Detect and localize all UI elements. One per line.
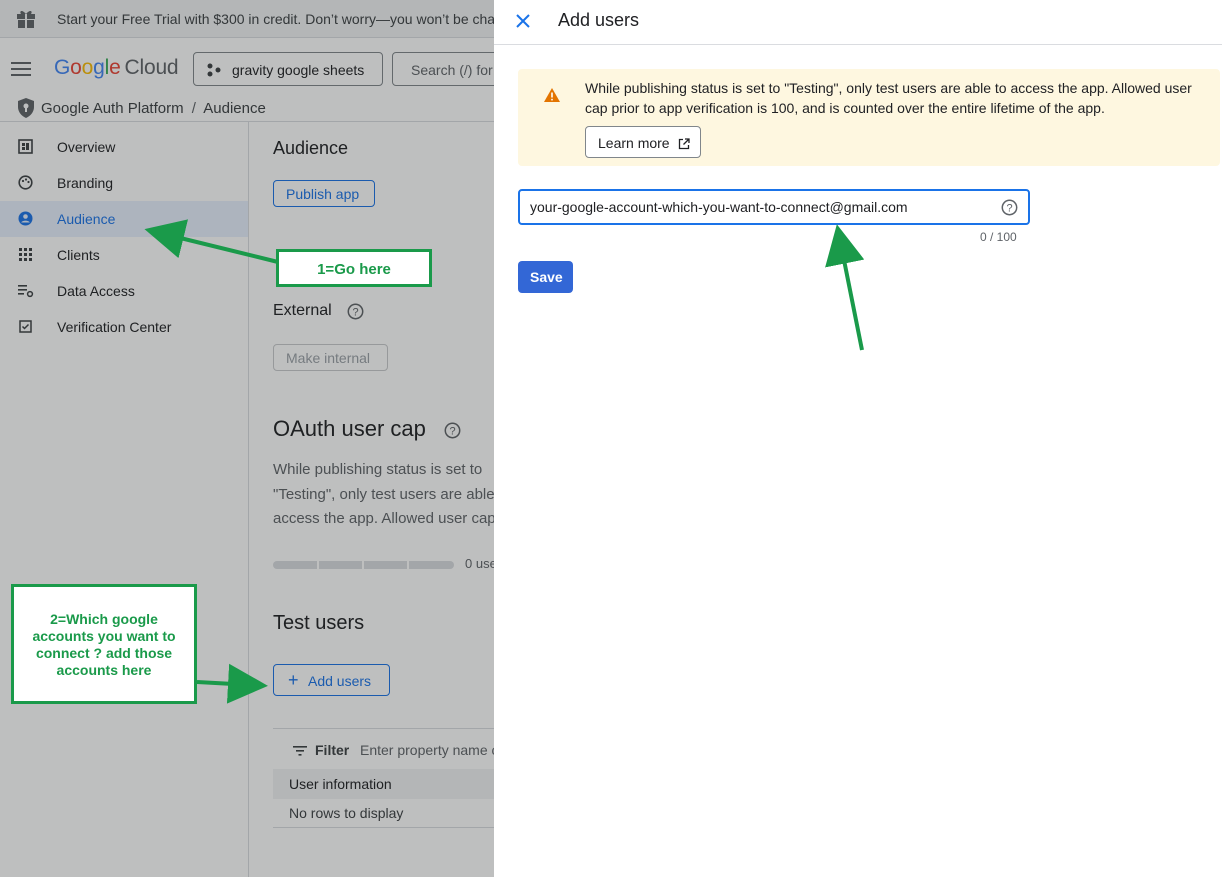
- annotation-arrows: [144, 219, 865, 704]
- annotation-step-1: 1=Go here: [276, 249, 432, 287]
- arrow-to-email-field: [825, 224, 865, 351]
- arrow-to-audience: [144, 219, 279, 264]
- arrow-to-add-users: [196, 663, 268, 704]
- annotation-step-2: 2=Which google accounts you want to conn…: [11, 584, 197, 704]
- annotation-step-2-text: 2=Which google accounts you want to conn…: [32, 611, 176, 678]
- annotation-step-1-text: 1=Go here: [317, 261, 391, 278]
